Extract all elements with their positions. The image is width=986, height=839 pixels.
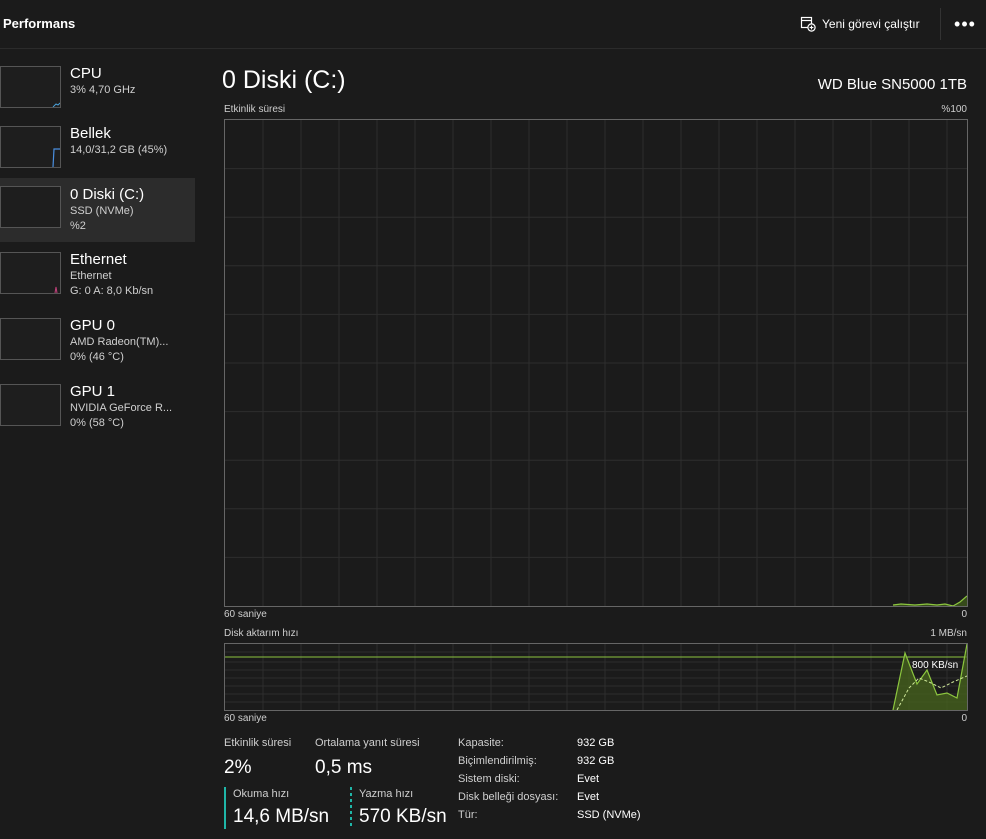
transfer-rate-graph [224, 643, 968, 711]
avg-response-value: 0,5 ms [315, 757, 373, 778]
transfer-graph-x-left: 60 saniye [224, 713, 267, 724]
read-speed-value: 14,6 MB/sn [233, 806, 330, 827]
sidebar-item-detail: SSD (NVMe) [70, 205, 134, 217]
header-divider [940, 8, 941, 40]
capacity-value: 932 GB [577, 737, 615, 749]
read-speed-label: Okuma hızı [233, 788, 290, 800]
page-title: Performans [3, 16, 76, 31]
transfer-graph-max-label: 1 MB/sn [930, 628, 967, 639]
run-new-task-button[interactable]: Yeni görevi çalıştır [800, 10, 920, 38]
avg-response-label: Ortalama yanıt süresi [315, 737, 420, 749]
sidebar-item-usage: %2 [70, 220, 86, 232]
gpu1-thumbnail [0, 384, 61, 426]
write-speed-value: 570 KB/sn [359, 806, 447, 827]
sidebar-item-label: GPU 0 [70, 317, 116, 334]
sidebar-item-detail: AMD Radeon(TM)... [70, 336, 169, 348]
sidebar-item-disk-c[interactable]: 0 Diski (C:) SSD (NVMe) %2 [0, 178, 195, 242]
sidebar-item-memory[interactable]: Bellek 14,0/31,2 GB (45%) [0, 120, 195, 182]
write-speed-indicator [350, 787, 352, 829]
more-options-button[interactable]: ••• [950, 10, 980, 38]
activity-graph-max-label: %100 [941, 104, 967, 115]
pagefile-value: Evet [577, 791, 600, 803]
activity-graph-label: Etkinlik süresi [224, 104, 286, 115]
sidebar-item-detail: Ethernet [70, 270, 112, 282]
transfer-graph-label: Disk aktarım hızı [224, 628, 299, 639]
sidebar-item-gpu-1[interactable]: GPU 1 NVIDIA GeForce R... 0% (58 °C) [0, 378, 195, 440]
sidebar-item-gpu-0[interactable]: GPU 0 AMD Radeon(TM)... 0% (46 °C) [0, 312, 195, 374]
activity-graph-x-left: 60 saniye [224, 609, 267, 620]
capacity-label: Kapasite: [458, 737, 504, 749]
gpu0-thumbnail [0, 318, 61, 360]
transfer-graph-x-right: 0 [961, 713, 967, 724]
system-disk-label: Sistem diski: [458, 773, 520, 785]
sidebar-item-detail: NVIDIA GeForce R... [70, 402, 173, 414]
disk-thumbnail [0, 186, 61, 228]
formatted-label: Biçimlendirilmiş: [458, 755, 537, 767]
activity-time-value: 2% [224, 757, 252, 778]
sidebar-item-label: Ethernet [70, 251, 127, 268]
formatted-value: 932 GB [577, 755, 615, 767]
sidebar-item-usage: 0% (46 °C) [70, 351, 124, 363]
sidebar-item-label: 0 Diski (C:) [70, 186, 145, 203]
disk-title: 0 Diski (C:) [222, 66, 346, 94]
activity-graph-x-right: 0 [961, 609, 967, 620]
type-label: Tür: [458, 809, 478, 821]
sidebar-item-label: GPU 1 [70, 383, 116, 400]
system-disk-value: Evet [577, 773, 600, 785]
activity-time-label: Etkinlik süresi [224, 737, 292, 749]
pagefile-label: Disk belleği dosyası: [458, 791, 559, 803]
activity-time-graph [224, 119, 968, 607]
sidebar-item-ethernet[interactable]: Ethernet Ethernet G: 0 A: 8,0 Kb/sn [0, 246, 195, 308]
sidebar-item-label: Bellek [70, 125, 111, 142]
read-speed-indicator [224, 787, 226, 829]
sidebar-item-usage: G: 0 A: 8,0 Kb/sn [70, 285, 154, 297]
type-value: SSD (NVMe) [577, 809, 641, 821]
run-new-task-label: Yeni görevi çalıştır [822, 17, 920, 31]
memory-thumbnail [0, 126, 61, 168]
cpu-thumbnail [0, 66, 61, 108]
sidebar-item-usage: 0% (58 °C) [70, 417, 124, 429]
sidebar-item-detail: 14,0/31,2 GB (45%) [70, 144, 168, 156]
sidebar-item-cpu[interactable]: CPU 3% 4,70 GHz [0, 60, 195, 122]
activity-series-line [892, 595, 967, 606]
header: Performans Yeni görevi çalıştır ••• [0, 0, 986, 49]
new-task-icon [800, 16, 816, 32]
ethernet-thumbnail [0, 252, 61, 294]
transfer-marker-label: 800 KB/sn [912, 660, 959, 671]
disk-model: WD Blue SN5000 1TB [817, 76, 967, 93]
write-speed-label: Yazma hızı [359, 788, 414, 800]
sidebar-item-label: CPU [70, 65, 102, 82]
sidebar-item-detail: 3% 4,70 GHz [70, 84, 136, 96]
